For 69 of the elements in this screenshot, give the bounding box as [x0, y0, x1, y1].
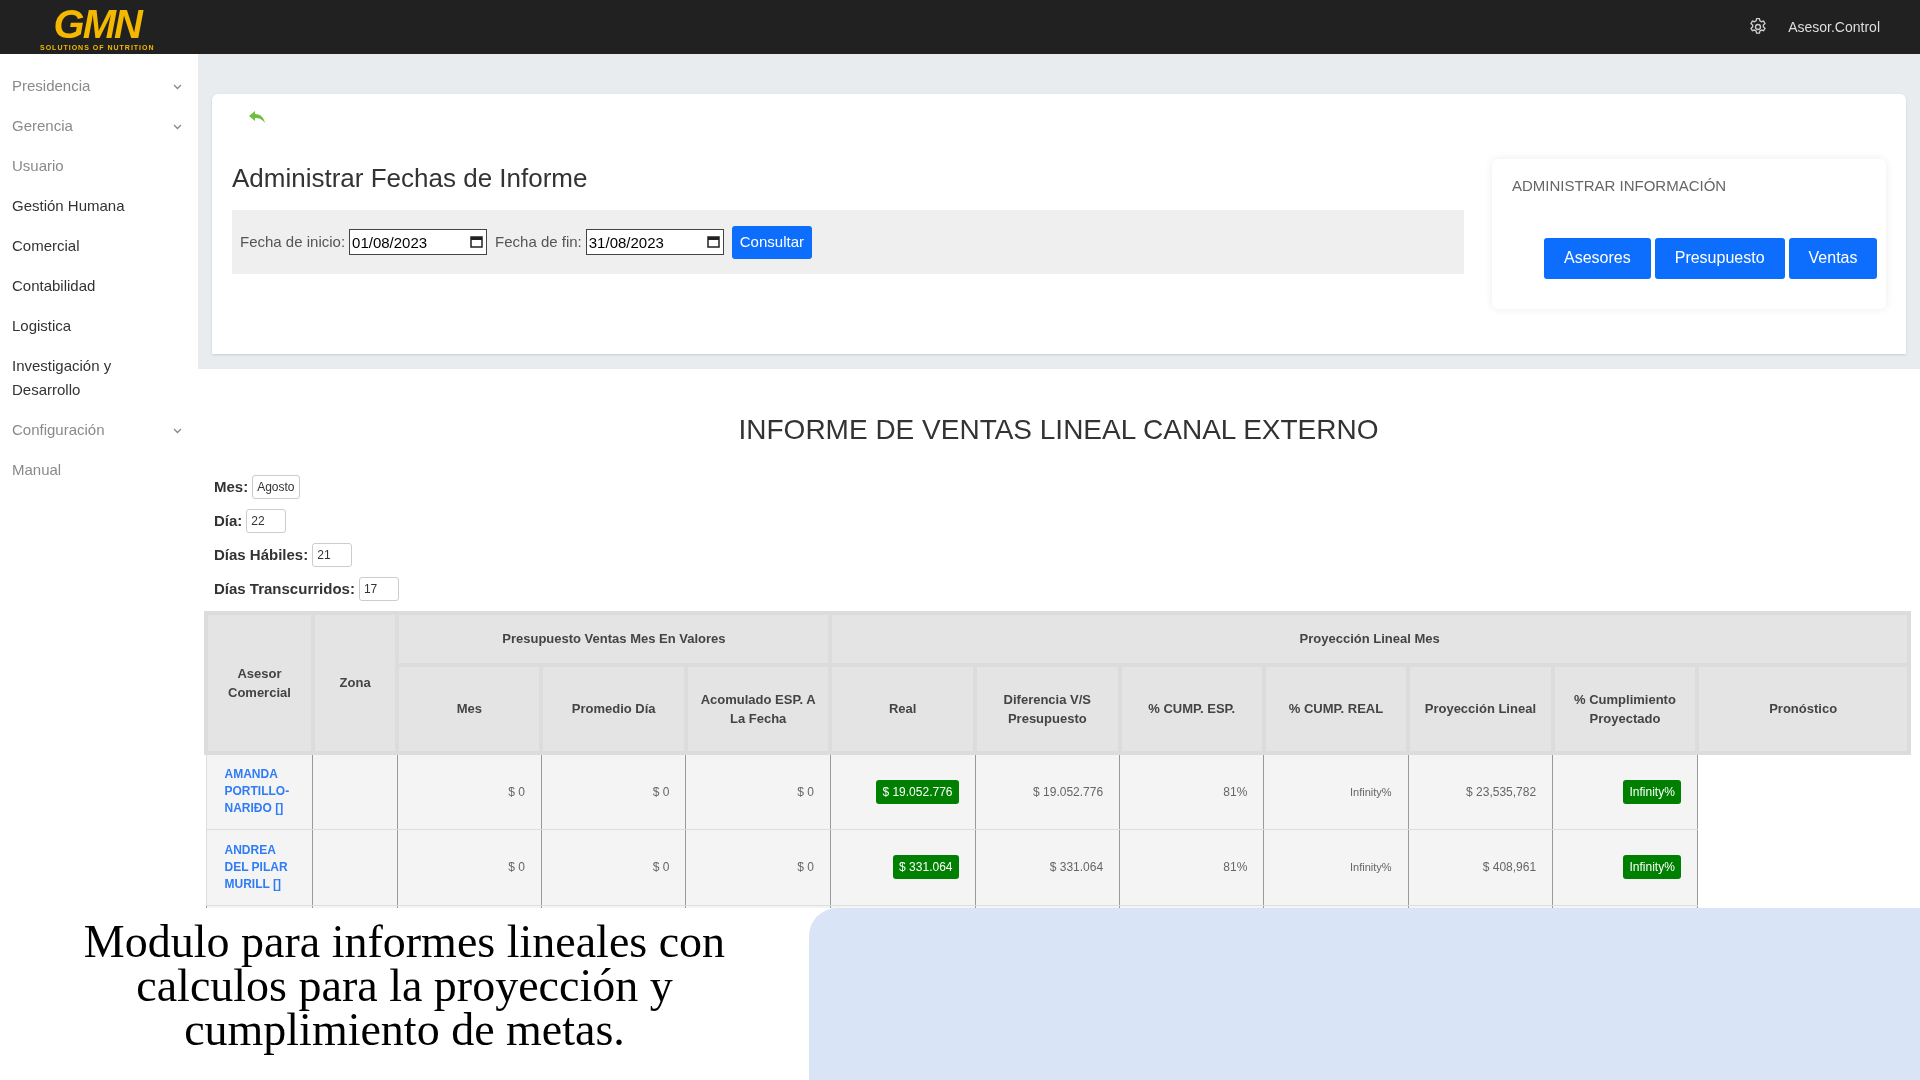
sidebar-item[interactable]: Investigación y Desarrollo: [0, 346, 198, 410]
column-header: Asesor Comercial: [206, 613, 313, 753]
column-header: Zona: [312, 613, 398, 753]
column-header: Proyección Lineal: [1408, 665, 1553, 753]
card-title: ADMINISTRAR INFORMACIÓN: [1512, 176, 1727, 196]
column-header: Mes: [397, 665, 542, 753]
sidebar-item[interactable]: Configuración: [0, 410, 198, 450]
consultar-button[interactable]: Consultar: [731, 225, 812, 259]
table-cell: Infinity%: [1350, 861, 1392, 874]
value-badge: $ 331.064: [893, 855, 959, 879]
chevron-icon: [173, 428, 182, 434]
table-cell: $ 23,535,782: [1466, 785, 1537, 799]
chevron-icon: [173, 84, 182, 90]
table-cell: $ 331.064: [1049, 860, 1104, 875]
field-label: Mes:: [214, 476, 249, 497]
sidebar-item[interactable]: Gerencia: [0, 106, 198, 146]
value-field: Agosto: [252, 475, 300, 499]
panel-title: Administrar Fechas de Informe: [232, 162, 588, 195]
date-field[interactable]: 01/08/2023: [349, 229, 488, 255]
table-cell: Infinity%: [1350, 786, 1392, 798]
sidebar-item[interactable]: Logistica: [0, 306, 198, 346]
column-header: Pronóstico: [1697, 665, 1909, 753]
value-badge: Infinity%: [1623, 779, 1681, 804]
sidebar-item[interactable]: Manual: [0, 450, 198, 490]
field-label: Días Hábiles:: [214, 544, 309, 565]
value-field: 22: [246, 509, 287, 533]
settings-icon[interactable]: [1748, 17, 1769, 37]
field-label: Día:: [214, 510, 243, 531]
column-header: Acomulado ESP. A La Fecha: [685, 665, 831, 753]
column-header: % CUMP. REAL: [1263, 665, 1409, 753]
value-badge: $ 19.052.776: [876, 779, 959, 804]
column-header: % Cumplimiento Proyectado: [1552, 665, 1698, 753]
table-cell: $ 0: [508, 860, 525, 875]
column-header: Diferencia V/S Presupuesto: [975, 665, 1120, 753]
value-field: 21: [312, 543, 353, 567]
field-label: Fecha de inicio:: [240, 231, 346, 252]
group-header: Proyección Lineal Mes: [830, 613, 1909, 665]
admin-button[interactable]: Presupuesto: [1654, 237, 1785, 279]
table-cell: 81%: [1223, 860, 1248, 875]
column-header: Real: [830, 665, 975, 753]
field-label: Días Transcurridos:: [214, 578, 355, 599]
value-badge: Infinity%: [1623, 855, 1681, 879]
table-cell: 81%: [1223, 785, 1248, 799]
group-header: Presupuesto Ventas Mes En Valores: [397, 613, 831, 665]
admin-button[interactable]: Ventas: [1788, 237, 1878, 279]
sidebar-item[interactable]: Contabilidad: [0, 266, 198, 306]
logo-mark: GMN: [53, 3, 141, 44]
sidebar-item[interactable]: Presidencia: [0, 66, 198, 106]
sidebar-item[interactable]: Usuario: [0, 146, 198, 186]
sidebar-item[interactable]: Gestión Humana: [0, 186, 198, 226]
calendar-icon[interactable]: [706, 235, 720, 248]
table-cell: $ 0: [797, 860, 814, 875]
admin-button[interactable]: Asesores: [1544, 237, 1651, 279]
table-cell: $ 0: [652, 860, 670, 875]
sidebar-item[interactable]: Comercial: [0, 226, 198, 266]
date-field[interactable]: 31/08/2023: [585, 229, 724, 255]
column-header: % CUMP. ESP.: [1119, 665, 1264, 753]
table-cell: $ 0: [508, 785, 525, 799]
column-header: Promedio Día: [541, 665, 686, 753]
table-cell: $ 0: [797, 785, 814, 799]
value-field: 17: [358, 577, 399, 601]
table-cell: $ 19.052.776: [1033, 785, 1104, 799]
table-cell: $ 0: [652, 785, 670, 799]
table-cell: $ 408,961: [1482, 860, 1537, 875]
report-title: INFORME DE VENTAS LINEAL CANAL EXTERNO: [738, 413, 1379, 447]
calendar-icon[interactable]: [470, 235, 484, 248]
chevron-icon: [173, 124, 182, 130]
user-name[interactable]: Asesor.Control: [1788, 16, 1880, 38]
field-label: Fecha de fin:: [495, 231, 582, 252]
